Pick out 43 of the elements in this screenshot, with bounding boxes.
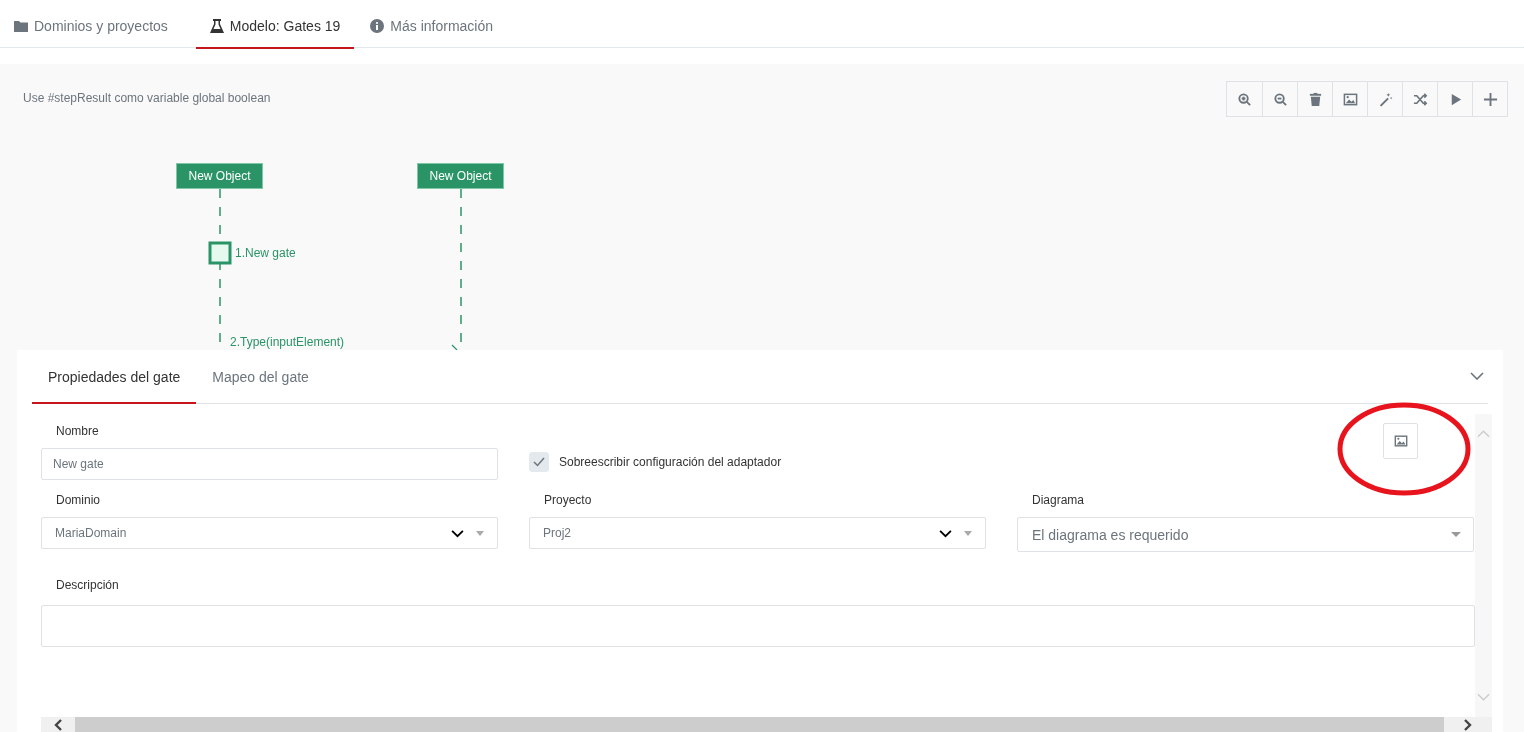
- image-button[interactable]: [1383, 423, 1418, 459]
- zoom-out-icon: [1272, 91, 1288, 107]
- shuffle-icon: [1412, 91, 1428, 107]
- panel-tab[interactable]: Propiedades del gate: [32, 364, 197, 404]
- info-icon: [370, 18, 385, 33]
- chevron-down-icon: [939, 528, 952, 538]
- zoom-in-icon: [1237, 91, 1252, 107]
- trash-icon: [1307, 91, 1323, 107]
- field-label: Descripción: [55, 578, 120, 594]
- chevron-down-icon[interactable]: [1470, 372, 1484, 380]
- checkbox[interactable]: [529, 452, 549, 472]
- field-label: Proyecto: [543, 493, 593, 509]
- object-box[interactable]: New Object: [417, 163, 504, 189]
- field-label: Diagrama: [1031, 493, 1086, 509]
- image-icon: [1393, 434, 1408, 448]
- scroll-right-icon[interactable]: [1464, 718, 1472, 731]
- hint-text: Use #stepResult como variable global boolean: [23, 91, 271, 105]
- nav-tab[interactable]: Modelo: Gates 19: [195, 0, 355, 49]
- checkmark-icon: [533, 457, 545, 467]
- plus-icon: [1482, 91, 1498, 107]
- image-icon: [1342, 91, 1358, 107]
- horizontal-scrollbar[interactable]: [41, 717, 1492, 732]
- select-field[interactable]: El diagrama es requerido: [1017, 517, 1474, 552]
- field-label: Dominio: [55, 493, 101, 509]
- folder-icon: [14, 18, 28, 33]
- checkbox-label: Sobreescribir configuración del adaptador: [559, 455, 782, 469]
- object-box[interactable]: New Object: [176, 163, 263, 189]
- nav-tab[interactable]: Más información: [368, 0, 508, 49]
- flask-icon: [209, 18, 224, 33]
- caret-icon: [476, 530, 484, 536]
- select-field[interactable]: MariaDomain: [41, 517, 498, 549]
- nav-tab[interactable]: Dominios y proyectos: [12, 0, 182, 49]
- caret-icon: [964, 530, 972, 536]
- activation-box: [208, 241, 232, 265]
- message-label: 1.New gate: [235, 246, 296, 260]
- select-field[interactable]: Proj2: [529, 517, 986, 549]
- panel-tab[interactable]: Mapeo del gate: [196, 364, 325, 404]
- scroll-left-icon[interactable]: [54, 718, 62, 731]
- caret-icon: [1451, 532, 1461, 537]
- message-label: 2.Type(inputElement): [230, 335, 345, 349]
- field-label: Nombre: [55, 424, 100, 440]
- chevron-down-icon: [451, 528, 464, 538]
- name-input[interactable]: New gate: [41, 448, 498, 480]
